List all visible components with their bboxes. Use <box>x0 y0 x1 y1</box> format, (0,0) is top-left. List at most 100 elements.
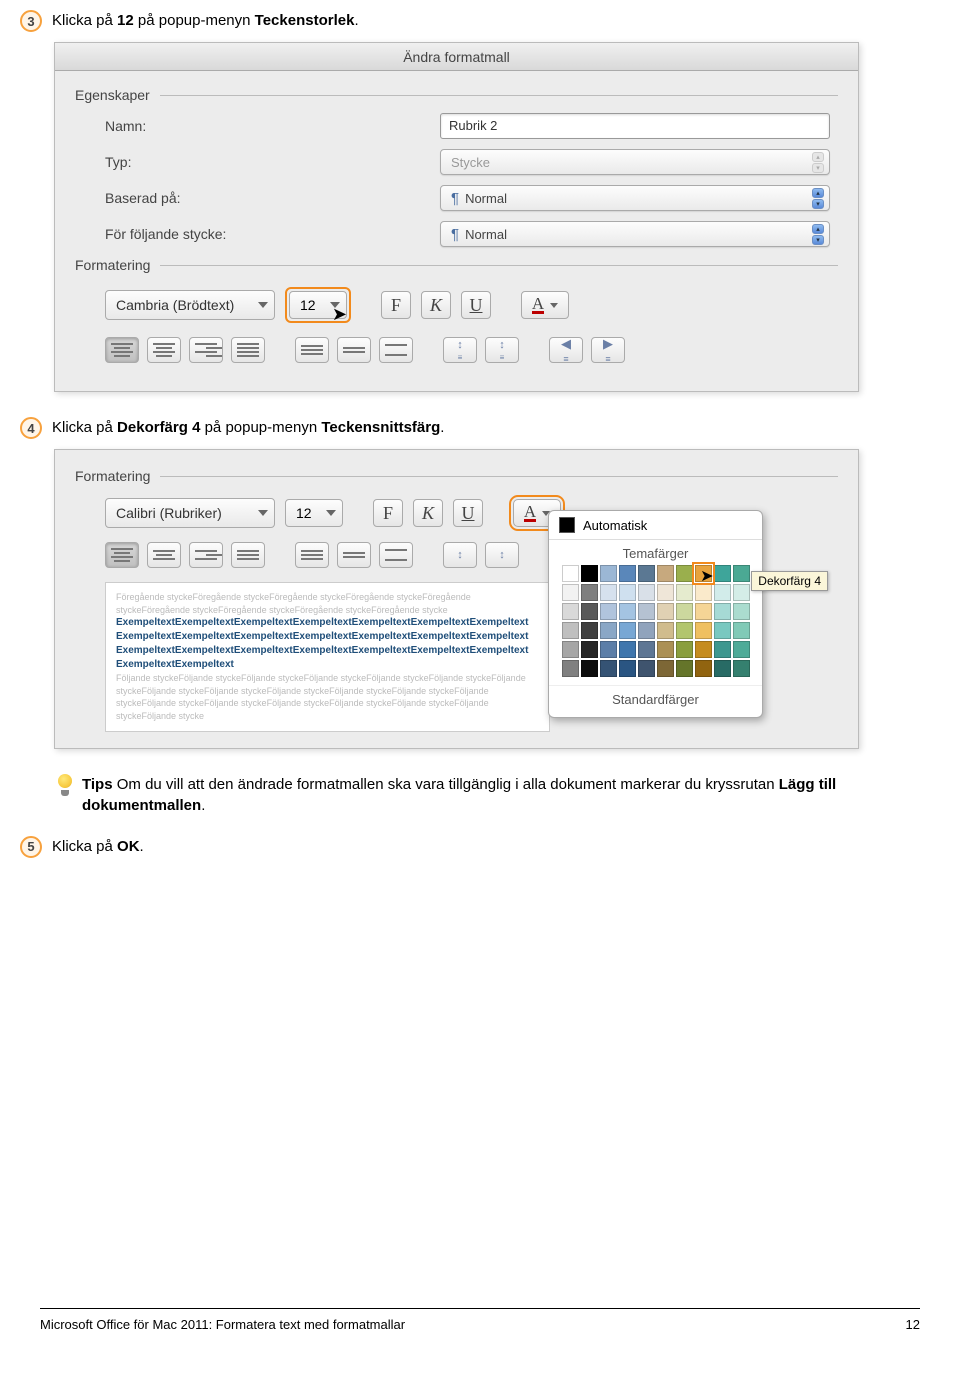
theme-swatch[interactable] <box>562 584 579 601</box>
screenshot-modify-style: Ändra formatmall Egenskaper Namn: Rubrik… <box>54 42 859 392</box>
theme-swatch[interactable] <box>714 622 731 639</box>
theme-swatch[interactable] <box>581 660 598 677</box>
theme-swatch[interactable] <box>714 603 731 620</box>
theme-swatch[interactable] <box>714 565 731 582</box>
theme-swatch[interactable] <box>657 641 674 658</box>
theme-swatch[interactable] <box>676 584 693 601</box>
theme-swatch[interactable] <box>695 584 712 601</box>
theme-swatch[interactable] <box>619 622 636 639</box>
theme-swatch[interactable] <box>676 641 693 658</box>
based-on-dropdown[interactable]: ¶Normal ▴▾ <box>440 185 830 211</box>
theme-swatch[interactable] <box>581 565 598 582</box>
align-center-button[interactable] <box>147 337 181 363</box>
theme-swatch[interactable] <box>657 565 674 582</box>
theme-swatch[interactable] <box>695 660 712 677</box>
theme-swatch[interactable] <box>733 584 750 601</box>
tip-block: Tips Om du vill att den ändrade formatma… <box>56 774 920 816</box>
theme-swatch[interactable] <box>714 660 731 677</box>
italic-button[interactable]: K <box>421 291 451 319</box>
align-right-button[interactable] <box>189 337 223 363</box>
align-justify-button[interactable] <box>231 337 265 363</box>
font-color-popup: Automatisk Temafärger ➤Dekorfärg 4 Stand… <box>548 510 763 718</box>
font-family-dropdown[interactable]: Cambria (Brödtext) <box>105 290 275 320</box>
theme-swatch[interactable] <box>733 565 750 582</box>
theme-swatch[interactable] <box>733 660 750 677</box>
increase-indent-button[interactable]: ▶≡ <box>591 337 625 363</box>
theme-swatch[interactable] <box>676 565 693 582</box>
line-spacing-1-button[interactable] <box>295 337 329 363</box>
pilcrow-icon: ¶ <box>451 226 459 243</box>
theme-swatch[interactable] <box>619 603 636 620</box>
theme-swatch[interactable] <box>695 622 712 639</box>
line-spacing-2-button[interactable] <box>379 337 413 363</box>
theme-swatch[interactable] <box>581 584 598 601</box>
underline-button[interactable]: U <box>461 291 491 319</box>
theme-swatch[interactable] <box>600 603 617 620</box>
line-spacing-2-button-2[interactable] <box>379 542 413 568</box>
font-family-dropdown-2[interactable]: Calibri (Rubriker) <box>105 498 275 528</box>
theme-swatch[interactable] <box>733 603 750 620</box>
theme-swatch[interactable] <box>657 584 674 601</box>
theme-swatch[interactable] <box>562 565 579 582</box>
theme-swatch[interactable] <box>695 641 712 658</box>
font-size-dropdown-2[interactable]: 12 <box>285 499 343 527</box>
theme-swatch[interactable] <box>562 603 579 620</box>
bold-button-2[interactable]: F <box>373 499 403 527</box>
theme-swatch[interactable] <box>562 622 579 639</box>
space-before-inc-button[interactable]: ↕≡ <box>443 337 477 363</box>
theme-swatch[interactable] <box>714 584 731 601</box>
theme-swatch[interactable] <box>562 641 579 658</box>
theme-swatch[interactable] <box>581 603 598 620</box>
theme-swatch[interactable] <box>600 622 617 639</box>
align-left-button[interactable] <box>105 337 139 363</box>
theme-swatch[interactable]: ➤ <box>695 565 712 582</box>
theme-swatch[interactable] <box>619 584 636 601</box>
space-before-dec-button-2[interactable]: ↕ <box>485 542 519 568</box>
theme-swatch[interactable] <box>581 641 598 658</box>
theme-swatch[interactable] <box>714 641 731 658</box>
theme-swatch[interactable] <box>638 622 655 639</box>
automatic-color-item[interactable]: Automatisk <box>549 511 762 540</box>
theme-swatch[interactable] <box>619 565 636 582</box>
following-dropdown[interactable]: ¶Normal ▴▾ <box>440 221 830 247</box>
align-right-button-2[interactable] <box>189 542 223 568</box>
line-spacing-1-button-2[interactable] <box>295 542 329 568</box>
chevron-down-icon <box>550 303 558 308</box>
theme-swatch[interactable] <box>638 660 655 677</box>
name-input[interactable]: Rubrik 2 <box>440 113 830 139</box>
theme-swatch[interactable] <box>600 584 617 601</box>
theme-swatch[interactable] <box>733 622 750 639</box>
theme-swatch[interactable] <box>695 603 712 620</box>
theme-swatch[interactable] <box>638 565 655 582</box>
theme-swatch[interactable] <box>676 622 693 639</box>
line-spacing-15-button-2[interactable] <box>337 542 371 568</box>
theme-swatch[interactable] <box>638 641 655 658</box>
theme-swatch[interactable] <box>600 565 617 582</box>
theme-swatch[interactable] <box>600 641 617 658</box>
italic-button-2[interactable]: K <box>413 499 443 527</box>
theme-swatch[interactable] <box>733 641 750 658</box>
line-spacing-15-button[interactable] <box>337 337 371 363</box>
align-center-button-2[interactable] <box>147 542 181 568</box>
theme-swatch[interactable] <box>600 660 617 677</box>
theme-swatch[interactable] <box>638 584 655 601</box>
theme-swatch[interactable] <box>619 641 636 658</box>
theme-swatch[interactable] <box>562 660 579 677</box>
bold-button[interactable]: F <box>381 291 411 319</box>
font-color-button[interactable]: A <box>521 291 569 319</box>
align-justify-button-2[interactable] <box>231 542 265 568</box>
theme-swatch[interactable] <box>657 603 674 620</box>
align-left-button-2[interactable] <box>105 542 139 568</box>
font-size-dropdown[interactable]: 12 <box>289 291 347 319</box>
theme-swatch[interactable] <box>638 603 655 620</box>
space-before-inc-button-2[interactable]: ↕ <box>443 542 477 568</box>
space-before-dec-button[interactable]: ↕≡ <box>485 337 519 363</box>
theme-swatch[interactable] <box>676 603 693 620</box>
theme-swatch[interactable] <box>581 622 598 639</box>
decrease-indent-button[interactable]: ◀≡ <box>549 337 583 363</box>
theme-swatch[interactable] <box>657 660 674 677</box>
theme-swatch[interactable] <box>676 660 693 677</box>
theme-swatch[interactable] <box>619 660 636 677</box>
theme-swatch[interactable] <box>657 622 674 639</box>
underline-button-2[interactable]: U <box>453 499 483 527</box>
